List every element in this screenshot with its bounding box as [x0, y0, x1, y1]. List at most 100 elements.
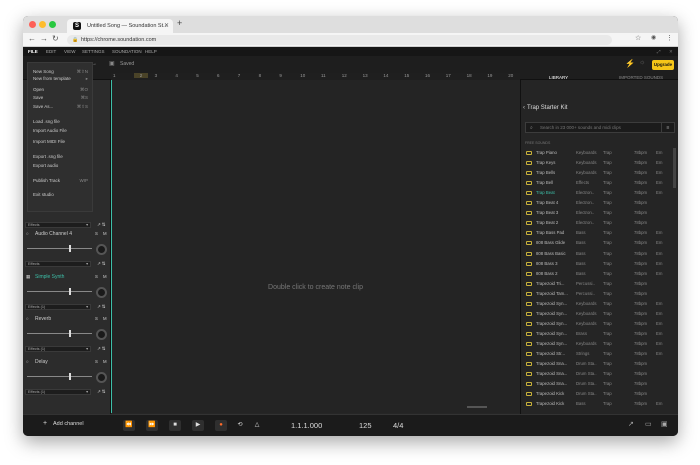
library-item[interactable]: Trap Bell Effects Trap 78bpm Em	[521, 178, 673, 188]
file-menu-item[interactable]: New Song	[33, 69, 54, 74]
library-scrollbar[interactable]	[673, 148, 676, 188]
menu-settings[interactable]: SETTINGS	[82, 47, 105, 56]
automation-button[interactable]: ↗ ⇅	[97, 346, 105, 352]
library-item[interactable]: Trapezoid Sna... Drum Sta.. Trap 78bpm	[521, 359, 673, 369]
library-item[interactable]: Trapezoid Syn... Keyboards Trap 78bpm Em	[521, 319, 673, 329]
file-menu-item[interactable]: Exit studio	[33, 192, 54, 197]
reload-icon[interactable]: ↻	[52, 34, 59, 43]
solo-button[interactable]: S	[95, 316, 98, 321]
mute-button[interactable]: M	[103, 316, 107, 321]
close-tab-icon[interactable]: ✕	[164, 19, 169, 33]
automation-button[interactable]: ↗ ⇅	[97, 261, 105, 267]
minimize-window-button[interactable]	[39, 21, 46, 28]
volume-slider[interactable]	[27, 333, 92, 334]
time-signature[interactable]: 4/4	[393, 420, 403, 431]
profile-icon[interactable]: ◉	[651, 34, 656, 41]
library-search-input[interactable]: ⌕ Search in 23 000+ sounds and midi clip…	[525, 122, 675, 133]
file-menu-item[interactable]: Save	[33, 95, 43, 100]
playhead[interactable]	[111, 80, 112, 413]
upgrade-button[interactable]: Upgrade	[652, 60, 674, 70]
library-item[interactable]: Trapezoid Syn... Keyboards Trap 78bpm Em	[521, 299, 673, 309]
volume-slider[interactable]	[27, 248, 92, 249]
add-channel-icon[interactable]: +	[43, 420, 47, 427]
library-item[interactable]: Trapezoid Syn... Brass Trap 78bpm Em	[521, 329, 673, 339]
volume-slider[interactable]	[27, 291, 92, 292]
play-button[interactable]: ▶	[192, 420, 204, 431]
library-item[interactable]: Trapezoid Tri... Percussi.. Trap 78bpm	[521, 279, 673, 289]
back-chevron-icon[interactable]: ‹	[523, 105, 525, 111]
mute-button[interactable]: M	[103, 231, 107, 236]
library-item[interactable]: Trapezoid Tam... Percussi.. Trap 78bpm	[521, 289, 673, 299]
library-item[interactable]: Trap Bass Pad Bass Trap 78bpm Em	[521, 228, 673, 238]
library-item[interactable]: Trap Beat 3 Electron.. Trap 78bpm	[521, 208, 673, 218]
channel-name[interactable]: Delay	[35, 359, 48, 365]
file-menu-item[interactable]: Import Audio File	[33, 128, 67, 133]
menu-file[interactable]: FILE	[28, 47, 38, 56]
library-item[interactable]: 808 Bass Basic Bass Trap 78bpm Em	[521, 249, 673, 259]
pan-knob[interactable]	[96, 372, 107, 383]
solo-button[interactable]: S	[95, 231, 98, 236]
menu-soundation[interactable]: SOUNDATION	[112, 47, 142, 56]
file-menu-item[interactable]: Publish Track	[33, 178, 60, 183]
filter-icon[interactable]: ≡	[661, 122, 675, 133]
solo-button[interactable]: S	[95, 359, 98, 364]
timeline-ruler[interactable]: 1 2 3 4 5 6 7 8 9 10 11 12 13 14 15 16 17 18 19 20	[111, 73, 520, 80]
effects-dropdown[interactable]: Effects ▾	[25, 261, 91, 267]
volume-handle[interactable]	[69, 245, 71, 252]
browser-tab[interactable]: S Untitled Song — Soundation St... ✕	[67, 19, 173, 33]
fast-forward-button[interactable]: ⏩	[146, 420, 158, 431]
library-item[interactable]: Trapezoid Str... Strings Trap 78bpm Em	[521, 349, 673, 359]
library-item[interactable]: 808 Bass Glide Bass Trap 78bpm Em	[521, 238, 673, 248]
arrangement-area[interactable]: Double click to create note clip	[111, 80, 520, 413]
close-window-button[interactable]	[29, 21, 36, 28]
file-menu-item[interactable]: Import MIDI File	[33, 139, 65, 144]
library-item[interactable]: Trap Bells Keyboards Trap 78bpm Em	[521, 168, 673, 178]
volume-handle[interactable]	[69, 330, 71, 337]
pan-knob[interactable]	[96, 287, 107, 298]
stop-button[interactable]: ■	[169, 420, 181, 431]
forward-icon[interactable]: →	[40, 34, 48, 43]
menu-view[interactable]: VIEW	[64, 47, 76, 56]
maximize-window-button[interactable]	[49, 21, 56, 28]
automation-button[interactable]: ↗ ⇅	[97, 304, 105, 310]
library-item[interactable]: Trap Beat 4 Electron.. Trap 78bpm	[521, 198, 673, 208]
effects-dropdown[interactable]: Effects (1) ▾	[25, 389, 91, 395]
library-item[interactable]: Trapezoid Sna... Drum Sta.. Trap 78bpm	[521, 379, 673, 389]
rewind-button[interactable]: ⏪	[123, 420, 135, 431]
library-item[interactable]: Trapezoid Kick Bass Trap 78bpm Em	[521, 399, 673, 408]
url-input[interactable]: 🔒 https://chrome.soundation.com	[67, 35, 612, 45]
loop-toggle-icon[interactable]: ⟲	[234, 420, 246, 431]
automation-button[interactable]: ↗ ⇅	[97, 389, 105, 395]
more-menu-icon[interactable]: ⋮	[666, 34, 673, 42]
mute-button[interactable]: M	[103, 274, 107, 279]
volume-handle[interactable]	[69, 288, 71, 295]
effects-dropdown[interactable]: Effects (1) ▾	[25, 304, 91, 310]
pan-knob[interactable]	[96, 329, 107, 340]
bookmark-star-icon[interactable]: ☆	[635, 34, 641, 42]
settings-icon[interactable]: ☼	[639, 59, 645, 66]
channel-name[interactable]: Reverb	[35, 316, 51, 322]
effects-dropdown[interactable]: Effects (1) ▾	[25, 346, 91, 352]
file-menu-item[interactable]: Export .sng file	[33, 154, 63, 159]
library-item[interactable]: Trap Keys Keyboards Trap 78bpm Em	[521, 158, 673, 168]
position-readout[interactable]: 1.1.1.000	[291, 420, 322, 431]
library-item[interactable]: Trapezoid Syn... Keyboards Trap 78bpm Em	[521, 309, 673, 319]
menu-edit[interactable]: EDIT	[46, 47, 56, 56]
file-menu-item[interactable]: New from template	[33, 76, 71, 81]
expand-icon[interactable]: ⤢	[657, 47, 661, 56]
solo-button[interactable]: S	[95, 274, 98, 279]
channel-name[interactable]: Simple Synth	[35, 274, 64, 280]
library-item[interactable]: Trap Beat 2 Electron.. Trap 78bpm	[521, 218, 673, 228]
lightning-icon[interactable]: ⚡	[625, 59, 635, 68]
save-icon[interactable]: ▣	[661, 420, 668, 428]
share-icon[interactable]: ↗	[628, 420, 634, 428]
mute-button[interactable]: M	[103, 359, 107, 364]
metronome-icon[interactable]: △	[251, 420, 263, 431]
channel-name[interactable]: Audio Channel 4	[35, 231, 72, 237]
library-item[interactable]: 808 Bass 3 Bass Trap 78bpm Em	[521, 259, 673, 269]
folder-icon[interactable]: ▭	[645, 420, 652, 428]
library-item[interactable]: 808 Bass 2 Bass Trap 78bpm Em	[521, 269, 673, 279]
file-menu-item[interactable]: Load .sng file	[33, 119, 60, 124]
library-item[interactable]: Trapezoid Syn... Keyboards Trap 78bpm Em	[521, 339, 673, 349]
back-icon[interactable]: ←	[28, 34, 36, 43]
